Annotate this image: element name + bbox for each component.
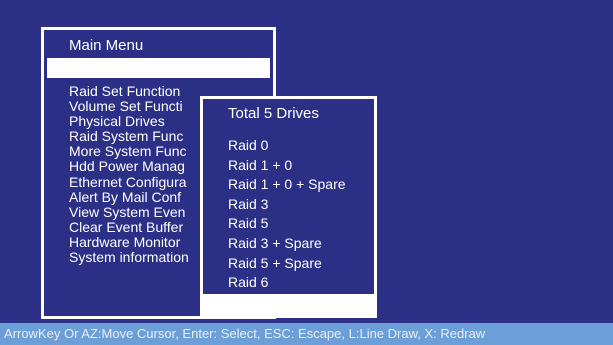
menu-item-view-system-events[interactable]: View System Even <box>69 205 200 220</box>
raid-option-raid-5-spare[interactable]: Raid 5 + Spare <box>228 254 368 274</box>
raid-level-list: Raid 0 Raid 1 + 0 Raid 1 + 0 + Spare Rai… <box>228 136 368 293</box>
menu-item-system-information[interactable]: System information <box>69 250 200 265</box>
menu-item-more-system-function[interactable]: More System Func <box>69 144 200 159</box>
raid-option-raid-3-spare[interactable]: Raid 3 + Spare <box>228 234 368 254</box>
menu-item-alert-by-mail-config[interactable]: Alert By Mail Conf <box>69 190 200 205</box>
raid-option-raid-3[interactable]: Raid 3 <box>228 195 368 215</box>
raid-level-title: Total 5 Drives <box>228 105 319 122</box>
menu-item-hardware-monitor[interactable]: Hardware Monitor <box>69 235 200 250</box>
key-help-status-bar: ArrowKey Or AZ:Move Cursor, Enter: Selec… <box>0 323 613 345</box>
raid-option-raid-1-0-spare[interactable]: Raid 1 + 0 + Spare <box>228 175 368 195</box>
menu-item-clear-event-buffer[interactable]: Clear Event Buffer <box>69 220 200 235</box>
menu-item-raid-system-function[interactable]: Raid System Func <box>69 129 200 144</box>
raid-option-raid-5[interactable]: Raid 5 <box>228 214 368 234</box>
raid-level-selection-bar[interactable] <box>203 294 374 315</box>
menu-item-hdd-power-management[interactable]: Hdd Power Manag <box>69 159 200 174</box>
menu-item-physical-drives[interactable]: Physical Drives <box>69 114 200 129</box>
raid-option-raid-0[interactable]: Raid 0 <box>228 136 368 156</box>
raid-option-raid-6[interactable]: Raid 6 <box>228 273 368 293</box>
menu-item-ethernet-configuration[interactable]: Ethernet Configura <box>69 175 200 190</box>
raid-level-panel: Total 5 Drives Raid 0 Raid 1 + 0 Raid 1 … <box>200 96 377 318</box>
raid-option-raid-1-0[interactable]: Raid 1 + 0 <box>228 156 368 176</box>
menu-item-raid-set-function[interactable]: Raid Set Function <box>69 84 200 99</box>
main-menu-selection-bar[interactable] <box>47 58 270 78</box>
menu-item-volume-set-function[interactable]: Volume Set Functi <box>69 99 200 114</box>
main-menu-list: Raid Set Function Volume Set Functi Phys… <box>69 84 200 265</box>
main-menu-title: Main Menu <box>69 37 144 54</box>
